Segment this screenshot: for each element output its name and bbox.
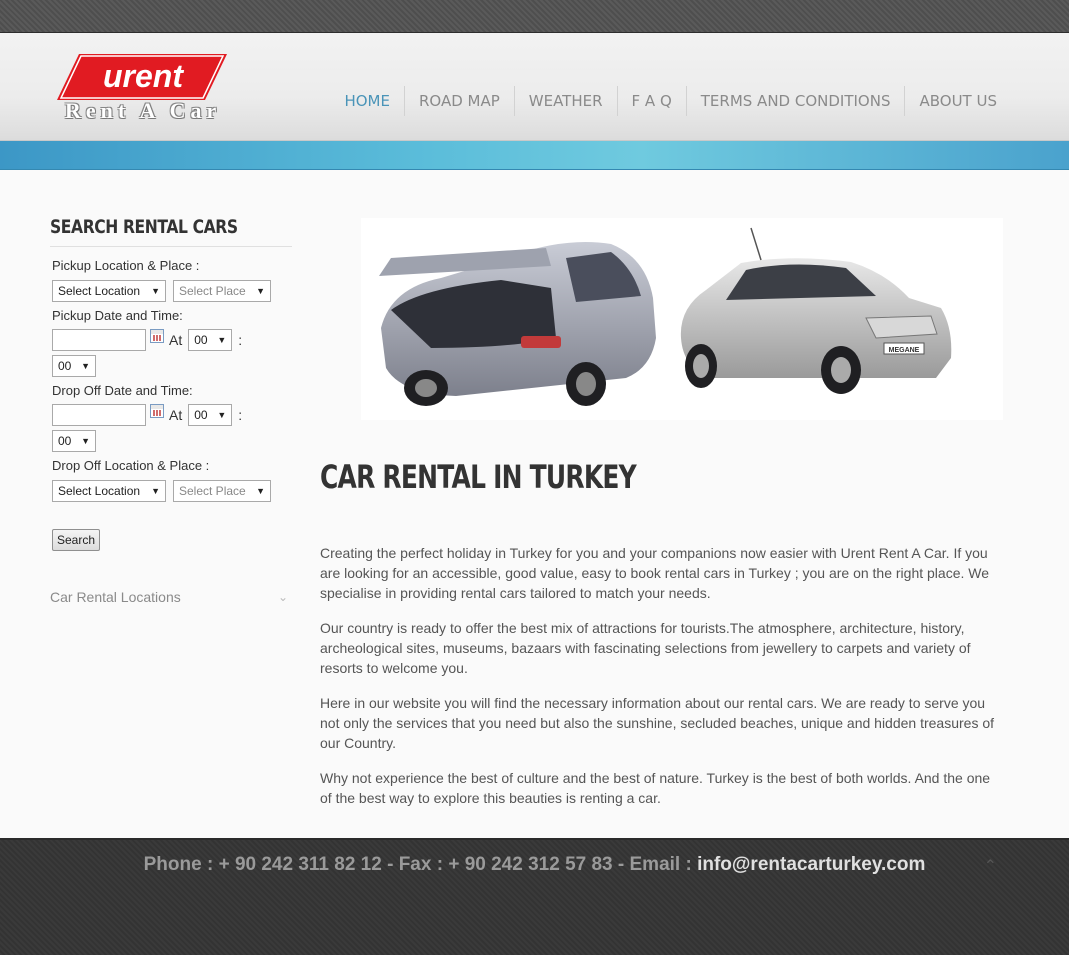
footer-contact: Phone : + 90 242 311 82 12 - Fax : + 90 … bbox=[0, 854, 1069, 876]
main-nav: HOME ROAD MAP WEATHER F A Q TERMS AND CO… bbox=[330, 86, 1011, 116]
pickup-minute-value: 00 bbox=[58, 359, 72, 373]
pickup-minute-select[interactable]: 00 ▼ bbox=[52, 355, 96, 377]
car-open-trunk bbox=[379, 242, 656, 406]
site-header: urent Rent A Car HOME ROAD MAP WEATHER F… bbox=[0, 33, 1069, 141]
search-button[interactable]: Search bbox=[52, 529, 100, 551]
cars-illustration: MEGANE bbox=[379, 227, 952, 406]
dropdown-arrow-icon: ▼ bbox=[81, 361, 90, 371]
time-separator: : bbox=[238, 332, 243, 348]
page-title: CAR RENTAL IN TURKEY bbox=[320, 458, 637, 496]
time-separator: : bbox=[238, 407, 243, 423]
scroll-to-top-icon[interactable]: ⌃ bbox=[984, 856, 997, 876]
pickup-hour-select[interactable]: 00 ▼ bbox=[188, 329, 233, 351]
site-footer: Phone : + 90 242 311 82 12 - Fax : + 90 … bbox=[0, 838, 1069, 955]
dropoff-location-value: Select Location bbox=[58, 484, 141, 498]
car-rental-locations-toggle[interactable]: Car Rental Locations ⌄ bbox=[50, 589, 292, 605]
pickup-hour-value: 00 bbox=[194, 333, 208, 347]
car-rental-locations-label: Car Rental Locations bbox=[50, 589, 181, 605]
paragraph: Our country is ready to offer the best m… bbox=[320, 620, 971, 676]
nav-weather[interactable]: WEATHER bbox=[513, 86, 617, 116]
dropoff-place-value: Select Place bbox=[179, 484, 246, 498]
pickup-at-label: At bbox=[169, 332, 183, 348]
intro-text: Creating the perfect holiday in Turkey f… bbox=[320, 543, 1000, 808]
pickup-date-input[interactable] bbox=[52, 329, 146, 351]
calendar-icon[interactable] bbox=[150, 329, 164, 343]
pickup-place-select[interactable]: Select Place ▼ bbox=[173, 280, 271, 302]
dropoff-at-label: At bbox=[169, 407, 183, 423]
nav-road-map[interactable]: ROAD MAP bbox=[403, 86, 514, 116]
search-widget-title: SEARCH RENTAL CARS bbox=[50, 216, 238, 238]
paragraph: Here in our website you will find the ne… bbox=[320, 695, 995, 751]
nav-terms[interactable]: TERMS AND CONDITIONS bbox=[685, 86, 905, 116]
footer-email-link[interactable]: info@rentacarturkey.com bbox=[697, 854, 925, 875]
paragraph: Why not experience the best of culture a… bbox=[320, 770, 991, 806]
top-strip bbox=[0, 0, 1069, 33]
dropdown-arrow-icon: ▼ bbox=[256, 486, 265, 496]
dropoff-location-select[interactable]: Select Location ▼ bbox=[52, 480, 166, 502]
search-sidebar: SEARCH RENTAL CARS Pickup Location & Pla… bbox=[50, 210, 292, 605]
dropdown-arrow-icon: ▼ bbox=[217, 410, 227, 420]
divider bbox=[50, 246, 292, 247]
dropoff-hour-value: 00 bbox=[194, 408, 208, 422]
dropoff-location-label: Drop Off Location & Place : bbox=[52, 458, 210, 473]
pickup-place-value: Select Place bbox=[179, 284, 246, 298]
header-band bbox=[0, 141, 1069, 170]
nav-faq[interactable]: F A Q bbox=[616, 86, 686, 116]
pickup-location-label: Pickup Location & Place : bbox=[52, 258, 200, 273]
megane-badge-text: MEGANE bbox=[889, 347, 920, 354]
calendar-icon[interactable] bbox=[150, 404, 164, 418]
site-logo[interactable]: urent Rent A Car bbox=[57, 54, 232, 124]
urent-logo-badge: urent bbox=[57, 54, 227, 100]
dropoff-minute-select[interactable]: 00 ▼ bbox=[52, 430, 96, 452]
main-content: MEGANE CAR RENTAL IN TURKEY Creating the… bbox=[320, 218, 1003, 823]
dropoff-place-select[interactable]: Select Place ▼ bbox=[173, 480, 271, 502]
search-form: Pickup Location & Place : Select Locatio… bbox=[50, 257, 292, 551]
nav-about-us[interactable]: ABOUT US bbox=[904, 86, 1011, 116]
dropoff-hour-select[interactable]: 00 ▼ bbox=[188, 404, 233, 426]
dropoff-date-input[interactable] bbox=[52, 404, 146, 426]
dropoff-time-label: Drop Off Date and Time: bbox=[52, 383, 193, 398]
chevron-down-icon: ⌄ bbox=[277, 590, 288, 604]
dropdown-arrow-icon: ▼ bbox=[151, 286, 160, 296]
hero-car-image: MEGANE bbox=[361, 218, 1003, 420]
footer-contact-text: Phone : + 90 242 311 82 12 - Fax : + 90 … bbox=[143, 854, 698, 875]
dropdown-arrow-icon: ▼ bbox=[217, 335, 227, 345]
dropdown-arrow-icon: ▼ bbox=[151, 486, 160, 496]
dropdown-arrow-icon: ▼ bbox=[256, 286, 265, 296]
dropoff-minute-value: 00 bbox=[58, 434, 72, 448]
dropdown-arrow-icon: ▼ bbox=[81, 436, 90, 446]
logo-subtitle: Rent A Car bbox=[65, 98, 222, 123]
pickup-time-label: Pickup Date and Time: bbox=[52, 308, 183, 323]
car-megane: MEGANE bbox=[680, 227, 952, 394]
nav-home[interactable]: HOME bbox=[330, 86, 404, 116]
pickup-location-select[interactable]: Select Location ▼ bbox=[52, 280, 166, 302]
paragraph: Creating the perfect holiday in Turkey f… bbox=[320, 545, 990, 601]
logo-text: urent bbox=[103, 58, 184, 94]
pickup-location-value: Select Location bbox=[58, 284, 141, 298]
